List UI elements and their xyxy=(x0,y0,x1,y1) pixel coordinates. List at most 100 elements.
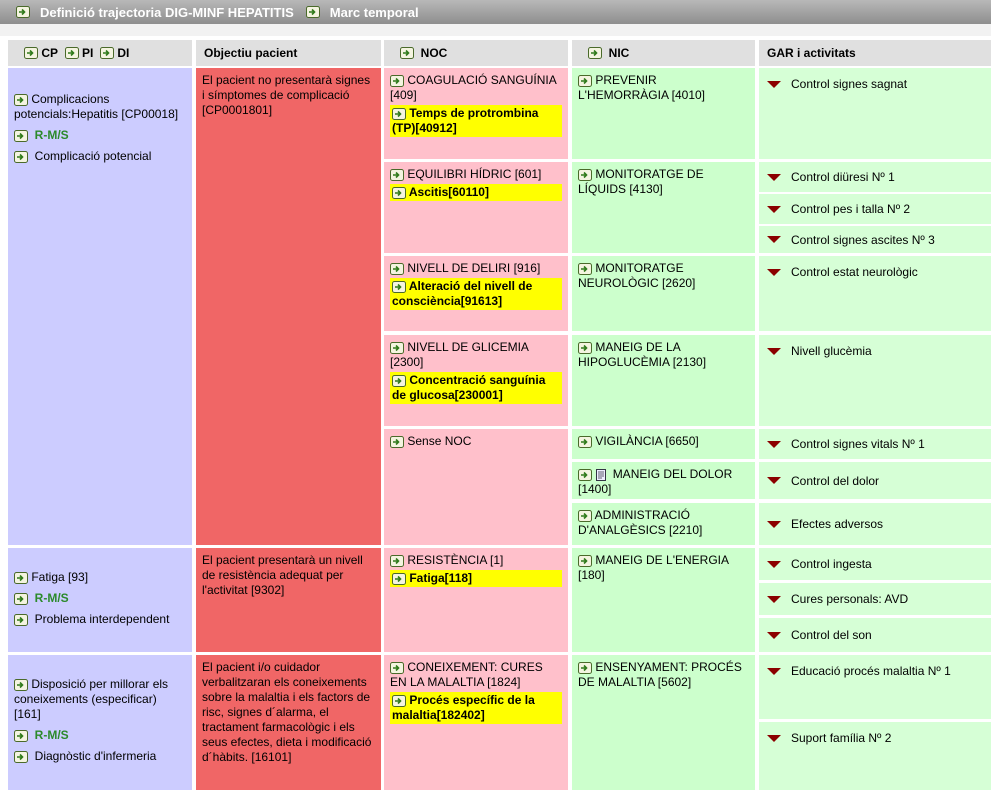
triangle-down-icon[interactable] xyxy=(767,520,781,528)
nic-label[interactable]: MONITORATGE NEUROLÒGIC [2620] xyxy=(578,261,695,290)
arrow-icon[interactable] xyxy=(14,150,28,163)
triangle-down-icon[interactable] xyxy=(767,560,781,568)
arrow-icon[interactable] xyxy=(14,729,28,742)
noc-title[interactable]: EQUILIBRI HÍDRIC [601] xyxy=(407,167,541,181)
arrow-icon[interactable] xyxy=(305,6,320,18)
arrow-icon[interactable] xyxy=(578,509,592,522)
noc-indicator[interactable]: Procés específic de la malaltia[182402] xyxy=(390,692,562,724)
arrow-icon[interactable] xyxy=(578,168,592,181)
nic-label[interactable]: MANEIG DE L'ENERGIA [180] xyxy=(578,553,728,582)
arrow-icon[interactable] xyxy=(392,374,406,387)
arrow-icon[interactable] xyxy=(392,694,406,707)
activity-label[interactable]: Control signes vitals Nº 1 xyxy=(791,437,925,451)
activity-label[interactable]: Control del son xyxy=(791,628,872,642)
nic-label[interactable]: PREVENIR L'HEMORRÀGIA [4010] xyxy=(578,73,705,102)
activity-label[interactable]: Control ingesta xyxy=(791,557,872,571)
problem-name[interactable]: Fatiga [93] xyxy=(31,570,88,584)
triangle-down-icon[interactable] xyxy=(767,440,781,448)
arrow-icon[interactable] xyxy=(14,571,28,584)
activity-label[interactable]: Control diüresi Nº 1 xyxy=(791,170,895,184)
triangle-down-icon[interactable] xyxy=(767,735,781,742)
arrow-icon[interactable] xyxy=(14,678,28,691)
arrow-icon[interactable] xyxy=(392,280,406,293)
noc-indicator[interactable]: Alteració del nivell de consciència[9161… xyxy=(390,278,562,310)
header-cp[interactable]: CP xyxy=(41,46,58,60)
nic-label[interactable]: VIGILÀNCIA [6650] xyxy=(595,434,698,448)
arrow-icon[interactable] xyxy=(390,262,404,275)
activity-label[interactable]: Suport família Nº 2 xyxy=(791,731,891,745)
arrow-icon[interactable] xyxy=(390,341,404,354)
arrow-icon[interactable] xyxy=(400,47,414,59)
triangle-down-icon[interactable] xyxy=(767,348,781,355)
activity-label[interactable]: Control estat neurològic xyxy=(791,265,918,279)
triangle-down-icon[interactable] xyxy=(767,595,781,603)
arrow-icon[interactable] xyxy=(578,74,592,87)
problem-name[interactable]: Disposició per millorar els coneixements… xyxy=(14,677,168,721)
triangle-down-icon[interactable] xyxy=(767,668,781,675)
arrow-icon[interactable] xyxy=(390,661,404,674)
arrow-icon[interactable] xyxy=(578,661,592,674)
activity-label[interactable]: Nivell glucèmia xyxy=(791,344,872,358)
arrow-icon[interactable] xyxy=(14,129,28,142)
activity-label[interactable]: Control pes i talla Nº 2 xyxy=(791,202,910,216)
arrow-icon[interactable] xyxy=(390,74,404,87)
arrow-icon[interactable] xyxy=(24,47,38,59)
noc-indicator[interactable]: Ascitis[60110] xyxy=(390,184,562,201)
time-frame-link[interactable]: Marc temporal xyxy=(330,5,419,20)
noc-indicator[interactable]: Concentració sanguínia de glucosa[230001… xyxy=(390,372,562,404)
arrow-icon[interactable] xyxy=(14,93,28,106)
noc-indicator[interactable]: Fatiga[118] xyxy=(390,570,562,587)
activity-label[interactable]: Control del dolor xyxy=(791,474,879,488)
triangle-down-icon[interactable] xyxy=(767,205,781,213)
arrow-icon[interactable] xyxy=(16,6,30,18)
arrow-icon[interactable] xyxy=(392,107,406,120)
triangle-down-icon[interactable] xyxy=(767,631,781,639)
arrow-icon[interactable] xyxy=(578,554,592,567)
arrow-icon[interactable] xyxy=(64,47,79,59)
triangle-down-icon[interactable] xyxy=(767,81,781,88)
problem-name[interactable]: Complicacions potencials:Hepatitis [CP00… xyxy=(14,92,178,121)
noc-title[interactable]: NIVELL DE GLICEMIA [2300] xyxy=(390,340,528,369)
activity-label[interactable]: Control signes ascites Nº 3 xyxy=(791,233,935,247)
nic-label[interactable]: ADMINISTRACIÓ D'ANALGÈSICS [2210] xyxy=(578,508,702,537)
arrow-icon[interactable] xyxy=(14,592,28,605)
arrow-icon[interactable] xyxy=(14,613,28,626)
trajectory-title[interactable]: Definició trajectoria DIG-MINF HEPATITIS xyxy=(40,5,294,20)
nic-label[interactable]: MANEIG DE LA HIPOGLUCÈMIA [2130] xyxy=(578,340,706,369)
arrow-icon[interactable] xyxy=(578,468,592,481)
document-icon[interactable] xyxy=(595,468,609,481)
rms-link[interactable]: R-M/S xyxy=(35,728,69,742)
activity-label[interactable]: Control signes sagnat xyxy=(791,77,907,91)
activity-label[interactable]: Efectes adversos xyxy=(791,517,883,531)
arrow-icon[interactable] xyxy=(390,554,404,567)
arrow-icon[interactable] xyxy=(14,750,28,763)
nic-label[interactable]: ENSENYAMENT: PROCÉS DE MALALTIA [5602] xyxy=(578,660,742,689)
problem-type: Diagnòstic d'infermeria xyxy=(34,749,157,763)
noc-title[interactable]: CONEIXEMENT: CURES EN LA MALALTIA [1824] xyxy=(390,660,543,689)
rms-link[interactable]: R-M/S xyxy=(35,128,69,142)
noc-title[interactable]: COAGULACIÓ SANGUÍNIA [409] xyxy=(390,73,556,102)
activity-label[interactable]: Educació procés malaltia Nº 1 xyxy=(791,664,951,678)
arrow-icon[interactable] xyxy=(392,186,406,199)
header-pi[interactable]: PI xyxy=(82,46,93,60)
arrow-icon[interactable] xyxy=(100,47,115,59)
triangle-down-icon[interactable] xyxy=(767,173,781,181)
arrow-icon[interactable] xyxy=(392,572,406,585)
triangle-down-icon[interactable] xyxy=(767,269,781,276)
noc-title[interactable]: NIVELL DE DELIRI [916] xyxy=(407,261,540,275)
noc-title[interactable]: RESISTÈNCIA [1] xyxy=(407,553,503,567)
nic-label[interactable]: MONITORATGE DE LÍQUIDS [4130] xyxy=(578,167,704,196)
arrow-icon[interactable] xyxy=(390,168,404,181)
activity-label[interactable]: Cures personals: AVD xyxy=(791,592,908,606)
header-di[interactable]: DI xyxy=(117,46,129,60)
arrow-icon[interactable] xyxy=(578,341,592,354)
arrow-icon[interactable] xyxy=(578,435,592,448)
noc-indicator[interactable]: Temps de protrombina (TP)[40912] xyxy=(390,105,562,137)
noc-title[interactable]: Sense NOC xyxy=(407,434,471,448)
arrow-icon[interactable] xyxy=(578,262,592,275)
triangle-down-icon[interactable] xyxy=(767,236,781,243)
triangle-down-icon[interactable] xyxy=(767,477,781,484)
rms-link[interactable]: R-M/S xyxy=(35,591,69,605)
arrow-icon[interactable] xyxy=(588,47,602,59)
arrow-icon[interactable] xyxy=(390,435,404,448)
